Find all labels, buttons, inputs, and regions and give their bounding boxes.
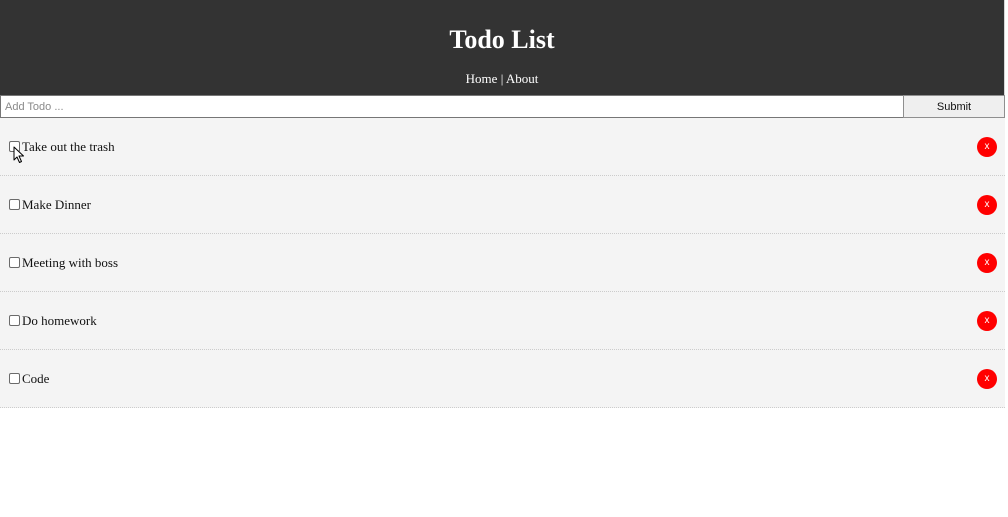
todo-list: Take out the trash x Make Dinner x Meeti…	[0, 118, 1005, 408]
todo-checkbox[interactable]	[9, 141, 20, 152]
nav-about-link[interactable]: About	[506, 71, 539, 86]
todo-title: Code	[22, 371, 50, 386]
nav-separator: |	[500, 71, 504, 86]
todo-title: Meeting with boss	[22, 255, 119, 270]
todo-title: Take out the trash	[22, 139, 115, 154]
todo-item: Take out the trash x	[0, 118, 1005, 176]
todo-title: Do homework	[22, 313, 97, 328]
header: Todo List Home | About	[0, 0, 1005, 95]
submit-button[interactable]: Submit	[903, 95, 1005, 118]
todo-checkbox[interactable]	[9, 257, 20, 268]
todo-checkbox[interactable]	[9, 373, 20, 384]
todo-checkbox[interactable]	[9, 315, 20, 326]
add-todo-input[interactable]	[0, 95, 903, 118]
todo-title: Make Dinner	[22, 197, 91, 212]
delete-todo-button[interactable]: x	[977, 311, 997, 331]
todo-item: Make Dinner x	[0, 176, 1005, 234]
todo-item: Code x	[0, 350, 1005, 408]
nav-links: Home | About	[0, 71, 1004, 87]
nav-home-link[interactable]: Home	[466, 71, 498, 86]
todo-checkbox[interactable]	[9, 199, 20, 210]
delete-todo-button[interactable]: x	[977, 195, 997, 215]
page-title: Todo List	[449, 25, 555, 54]
delete-todo-button[interactable]: x	[977, 253, 997, 273]
todo-item: Meeting with boss x	[0, 234, 1005, 292]
todo-item: Do homework x	[0, 292, 1005, 350]
delete-todo-button[interactable]: x	[977, 369, 997, 389]
todo-app: Todo List Home | About Submit Take out t…	[0, 0, 1005, 517]
add-todo-form: Submit	[0, 95, 1005, 118]
delete-todo-button[interactable]: x	[977, 137, 997, 157]
